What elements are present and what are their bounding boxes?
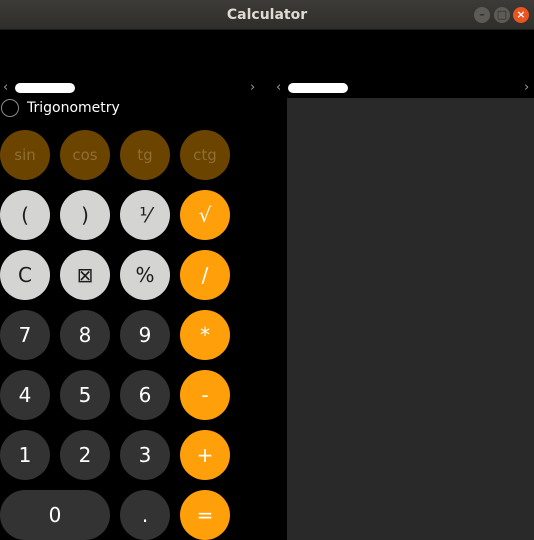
key-9[interactable]: 9 (120, 310, 170, 360)
trigonometry-radio[interactable] (1, 99, 19, 117)
left-scrollbar[interactable]: ‹ › (0, 80, 264, 96)
key-clear[interactable]: C (0, 250, 50, 300)
left-scrollbar-thumb[interactable] (15, 83, 75, 93)
scroll-left-icon[interactable]: ‹ (3, 80, 8, 96)
right-scrollbar-thumb[interactable] (288, 83, 348, 93)
key-ctg: ctg (180, 130, 230, 180)
key-subtract[interactable]: - (180, 370, 230, 420)
key-add[interactable]: + (180, 430, 230, 480)
minimize-button[interactable]: – (474, 7, 490, 23)
key-backspace[interactable]: ⊠ (60, 250, 110, 300)
trigonometry-toggle[interactable]: Trigonometry (0, 98, 270, 120)
key-reciprocal[interactable]: ¹⁄ (120, 190, 170, 240)
title-bar: Calculator – □ × (0, 0, 534, 30)
key-sqrt[interactable]: √ (180, 190, 230, 240)
window-title: Calculator (226, 7, 308, 23)
key-sin: sin (0, 130, 50, 180)
key-close-paren[interactable]: ) (60, 190, 110, 240)
key-cos: cos (60, 130, 110, 180)
key-2[interactable]: 2 (60, 430, 110, 480)
key-open-paren[interactable]: ( (0, 190, 50, 240)
key-divide[interactable]: / (180, 250, 230, 300)
key-4[interactable]: 4 (0, 370, 50, 420)
trigonometry-label: Trigonometry (27, 100, 120, 116)
key-8[interactable]: 8 (60, 310, 110, 360)
key-1[interactable]: 1 (0, 430, 50, 480)
key-equals[interactable]: = (180, 490, 230, 540)
key-0[interactable]: 0 (0, 490, 110, 540)
right-scrollbar[interactable]: ‹ › (276, 80, 534, 96)
key-5[interactable]: 5 (60, 370, 110, 420)
key-6[interactable]: 6 (120, 370, 170, 420)
close-button[interactable]: × (513, 7, 529, 23)
scroll-right-icon[interactable]: › (524, 80, 529, 96)
key-decimal[interactable]: . (120, 490, 170, 540)
key-percent[interactable]: % (120, 250, 170, 300)
history-panel (287, 98, 534, 540)
scroll-right-icon[interactable]: › (250, 80, 255, 96)
maximize-button[interactable]: □ (494, 7, 510, 23)
scroll-left-icon[interactable]: ‹ (276, 80, 281, 96)
key-tg: tg (120, 130, 170, 180)
key-multiply[interactable]: * (180, 310, 230, 360)
key-3[interactable]: 3 (120, 430, 170, 480)
key-7[interactable]: 7 (0, 310, 50, 360)
